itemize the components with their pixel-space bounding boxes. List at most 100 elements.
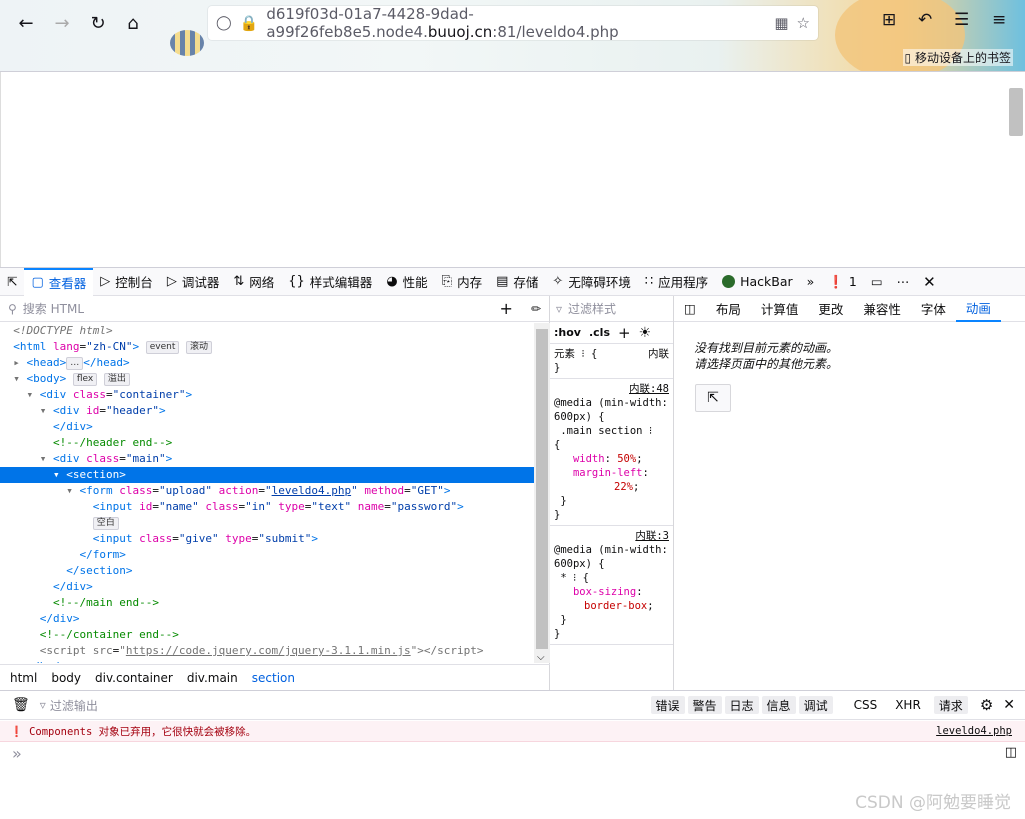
reload-icon[interactable]: ↻ [83,8,113,38]
markup-line[interactable]: <!--/container end--> [0,627,534,643]
console-source-link[interactable]: leveldo4.php [936,725,1012,737]
rule-source-1[interactable]: 内联:48 [554,382,669,396]
overflow-badge[interactable]: 溢出 [103,373,130,386]
markup-line[interactable]: ▸ <head>… </head> [0,355,534,371]
whitespace-badge[interactable]: 空白 [92,517,119,530]
markup-scrollbar[interactable]: ⌵ [534,323,550,663]
element-rule[interactable]: 元素 ⁝ { 内联} [550,344,673,379]
breadcrumb-div-main[interactable]: div.main [187,671,238,685]
back-icon[interactable]: ← [11,8,41,38]
console-filter-input[interactable]: 过滤输出 [50,697,98,714]
pick-element-button[interactable]: ⇱ [695,384,731,412]
markup-line[interactable]: <input class="give" type="submit"> [0,531,534,547]
markup-line[interactable]: <!DOCTYPE html> [0,323,534,339]
markup-line[interactable]: <!--/main end--> [0,595,534,611]
tab-application[interactable]: ∷ 应用程序 [638,268,715,296]
event-badge[interactable]: event [145,341,180,354]
scroll-badge[interactable]: 滚动 [186,341,213,354]
close-devtools-icon[interactable]: ✕ [916,268,943,296]
forward-icon[interactable]: → [47,8,77,38]
undo-icon[interactable]: ↶ [918,10,932,30]
filter-logs[interactable]: 日志 [724,696,759,714]
tab-hackbar[interactable]: HackBar [715,268,800,296]
markup-line[interactable]: ▾ <div class="main"> [0,451,534,467]
mobile-bookmarks[interactable]: ▯ 移动设备上的书签 [902,49,1013,66]
script-src-link[interactable]: https://code.jquery.com/jquery-3.1.1.min… [126,644,411,657]
add-node-icon[interactable]: + [500,299,513,318]
markup-line[interactable]: <!--/header end--> [0,435,534,451]
markup-line[interactable]: ▾ <div id="header"> [0,403,534,419]
markup-line[interactable]: </body> [0,659,534,663]
add-rule-icon[interactable]: + [618,324,631,342]
tab-changes[interactable]: 更改 [808,296,853,322]
gear-icon[interactable]: ⚙ [980,696,993,714]
tab-layout[interactable]: 布局 [706,296,751,322]
trash-icon[interactable]: 🗑 [12,697,30,713]
filter-xhr[interactable]: XHR [890,696,926,714]
qr-icon[interactable]: ▦ [774,14,788,32]
markup-line[interactable]: 空白 [0,515,534,531]
markup-line-selected[interactable]: ▾ <section> [0,467,534,483]
dock-icon[interactable]: ▭ [864,268,890,296]
markup-line[interactable]: ▾ <body> flex 溢出 [0,371,534,387]
flex-badge[interactable]: flex [72,373,98,386]
url-bar[interactable]: ◯ 🔒 d619f03d-01a7-4428-9dad-a99f26feb8e5… [208,5,818,41]
light-theme-icon[interactable]: ☀ [639,325,652,341]
filter-errors[interactable]: 错误 [650,696,685,714]
element-picker-icon[interactable]: ⇱ [0,268,24,296]
filter-warnings[interactable]: 警告 [687,696,722,714]
tab-performance[interactable]: ◕ 性能 [379,268,434,296]
crop-icon[interactable]: ⊞ [882,10,896,30]
markup-line[interactable]: ▾ <form class="upload" action="leveldo4.… [0,483,534,499]
breadcrumb-section[interactable]: section [252,671,295,685]
markup-line[interactable]: <script src="https://code.jquery.com/jqu… [0,643,534,659]
cls-toggle[interactable]: .cls [589,326,610,339]
markup-line[interactable]: ▾ <div class="container"> [0,387,534,403]
menu-icon[interactable]: ≡ [992,10,1006,30]
tab-memory[interactable]: ⎘ 内存 [435,268,489,296]
tab-style-editor[interactable]: {} 样式编辑器 [281,268,379,296]
eyedropper-icon[interactable]: ✏ [531,302,541,316]
filter-info[interactable]: 信息 [761,696,796,714]
insecure-lock-icon[interactable]: 🔒 [240,14,259,32]
html-search-input[interactable]: 搜索 HTML [23,300,494,317]
tab-fonts[interactable]: 字体 [911,296,956,322]
filter-css[interactable]: CSS [849,696,883,714]
sidebar-toggle-icon[interactable]: ◫ [1005,745,1017,760]
tab-debugger[interactable]: ▷ 调试器 [160,268,227,296]
tab-inspector[interactable]: ▢ 查看器 [24,267,94,296]
rule-source-2[interactable]: 内联:3 [554,529,669,543]
hov-toggle[interactable]: :hov [554,326,581,339]
filter-requests[interactable]: 请求 [933,696,968,714]
star-icon[interactable]: ☆ [797,14,810,32]
close-console-icon[interactable]: ✕ [1003,697,1015,713]
breadcrumb-html[interactable]: html [10,671,37,685]
console-error-message[interactable]: ❗ Components 对象已弃用，它很快就会被移除。 leveldo4.ph… [0,721,1025,742]
markup-line[interactable]: </div> [0,419,534,435]
markup-line[interactable]: <html lang="zh-CN"> event 滚动 [0,339,534,355]
markup-line[interactable]: </form> [0,547,534,563]
form-action-link[interactable]: leveldo4.php [272,484,351,497]
media-rule-2[interactable]: 内联:3 @media (min-width: 600px) { * ⁝ { b… [550,526,673,645]
markup-line[interactable]: </div> [0,611,534,627]
media-rule-1[interactable]: 内联:48 @media (min-width: 600px) { .main … [550,379,673,526]
breadcrumb-body[interactable]: body [51,671,81,685]
tab-network[interactable]: ⇅ 网络 [226,268,281,296]
markup-line[interactable]: <input id="name" class="in" type="text" … [0,499,534,515]
breadcrumb-div-container[interactable]: div.container [95,671,173,685]
markup-line[interactable]: </div> [0,579,534,595]
more-options-icon[interactable]: ⋯ [890,268,917,296]
more-tabs-icon[interactable]: » [800,268,822,296]
extensions-icon[interactable]: ☰ [954,10,969,30]
page-scrollbar[interactable] [1009,88,1023,136]
markup-line[interactable]: </section> [0,563,534,579]
tab-computed[interactable]: 计算值 [751,296,809,322]
tab-animations[interactable]: 动画 [955,296,1001,322]
url-text[interactable]: d619f03d-01a7-4428-9dad-a99f26feb8e5.nod… [266,5,766,41]
tab-compatibility[interactable]: 兼容性 [853,296,911,322]
tab-console[interactable]: ▷ 控制台 [93,268,160,296]
scroll-down-icon[interactable]: ⌵ [537,652,545,663]
filter-debug[interactable]: 调试 [798,696,833,714]
home-icon[interactable]: ⌂ [118,8,148,38]
shield-icon[interactable]: ◯ [216,15,232,31]
